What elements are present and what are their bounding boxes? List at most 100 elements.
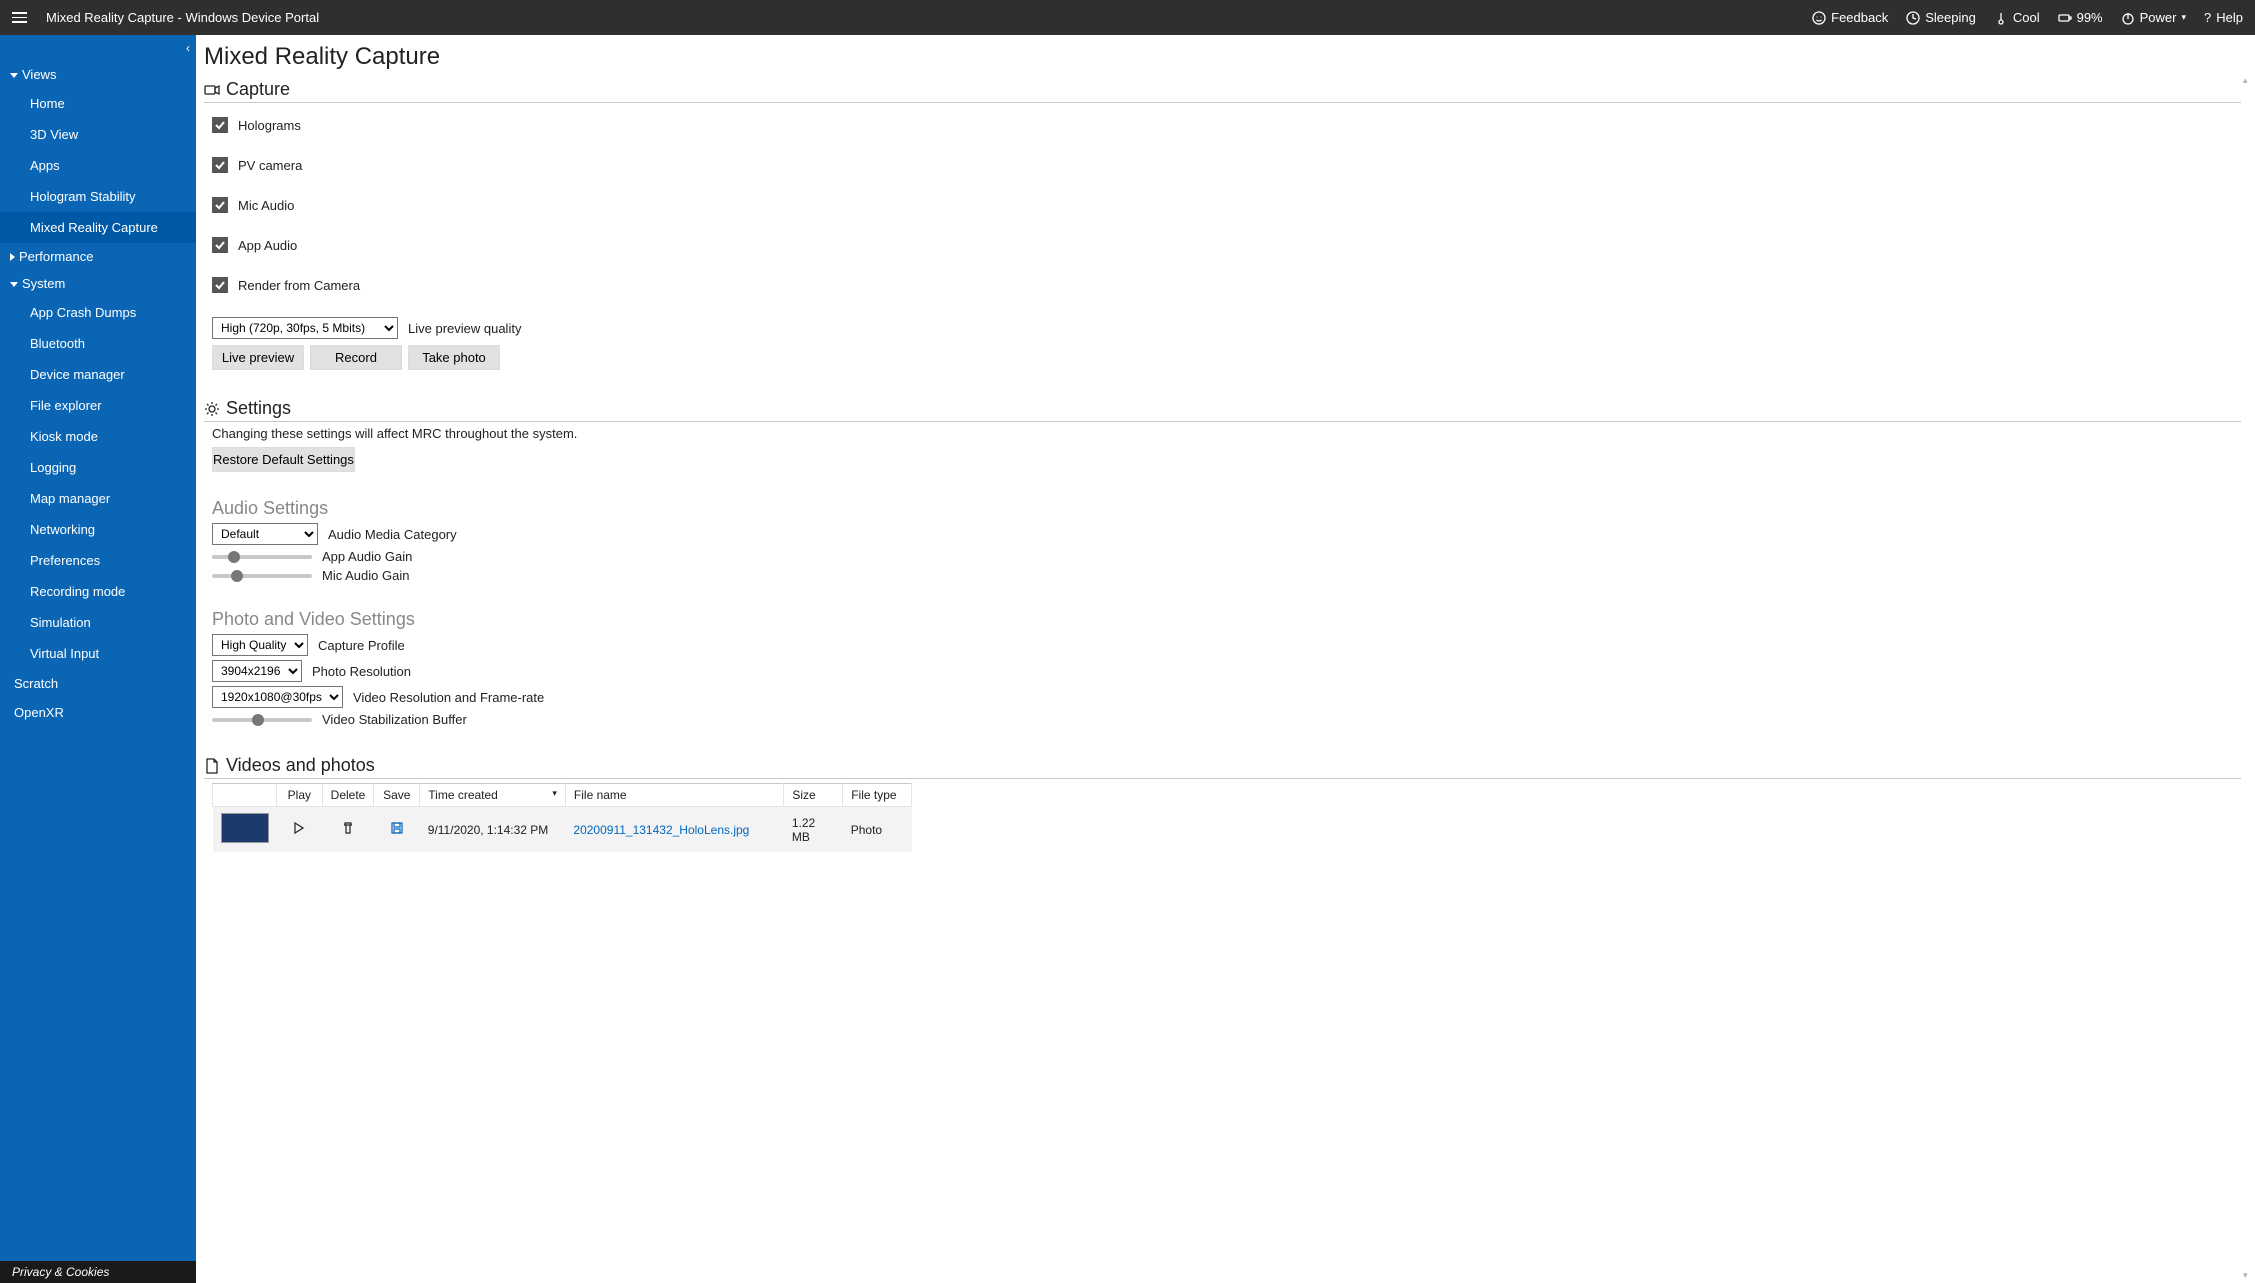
window-title: Mixed Reality Capture - Windows Device P… <box>46 10 319 25</box>
settings-section-header: Settings <box>204 398 2241 422</box>
restore-default-button[interactable]: Restore Default Settings <box>212 447 355 472</box>
record-button[interactable]: Record <box>310 345 402 370</box>
live-preview-quality-label: Live preview quality <box>408 321 521 336</box>
sidebar-item-apps[interactable]: Apps <box>0 150 196 181</box>
video-stabilization-slider[interactable] <box>212 718 312 722</box>
sidebar-item-device-manager[interactable]: Device manager <box>0 359 196 390</box>
sidebar-collapse[interactable]: ‹ <box>186 41 190 55</box>
content-pane: Mixed Reality Capture Capture Holograms … <box>196 35 2255 1283</box>
feedback-button[interactable]: Feedback <box>1812 10 1888 25</box>
sidebar-item-virtual-input[interactable]: Virtual Input <box>0 638 196 669</box>
chevron-down-icon: ▾ <box>2181 12 2186 23</box>
topbar: Mixed Reality Capture - Windows Device P… <box>0 0 2255 35</box>
sidebar-item-simulation[interactable]: Simulation <box>0 607 196 638</box>
app-audio-checkbox[interactable] <box>212 237 228 253</box>
play-button[interactable] <box>277 807 323 853</box>
pv-camera-label: PV camera <box>238 158 302 173</box>
save-button[interactable] <box>374 807 420 853</box>
take-photo-button[interactable]: Take photo <box>408 345 500 370</box>
col-type[interactable]: File type <box>843 784 912 807</box>
sidebar-item-file-explorer[interactable]: File explorer <box>0 390 196 421</box>
mic-audio-gain-label: Mic Audio Gain <box>322 568 409 583</box>
help-button[interactable]: ? Help <box>2204 10 2243 25</box>
sidebar-item-scratch[interactable]: Scratch <box>0 669 196 698</box>
render-from-camera-checkbox[interactable] <box>212 277 228 293</box>
hamburger-menu[interactable] <box>12 8 32 28</box>
sidebar-group-views[interactable]: Views <box>0 61 196 88</box>
feedback-icon <box>1812 11 1826 25</box>
cell-type: Photo <box>843 807 912 853</box>
sidebar-item-home[interactable]: Home <box>0 88 196 119</box>
app-audio-label: App Audio <box>238 238 297 253</box>
app-audio-gain-slider[interactable] <box>212 555 312 559</box>
live-preview-quality-select[interactable]: High (720p, 30fps, 5 Mbits) <box>212 317 398 339</box>
col-save[interactable]: Save <box>374 784 420 807</box>
mic-audio-label: Mic Audio <box>238 198 294 213</box>
audio-media-category-select[interactable]: Default <box>212 523 318 545</box>
audio-settings-header: Audio Settings <box>212 498 2241 519</box>
sidebar-item-kiosk-mode[interactable]: Kiosk mode <box>0 421 196 452</box>
sidebar-item-preferences[interactable]: Preferences <box>0 545 196 576</box>
sidebar-item-bluetooth[interactable]: Bluetooth <box>0 328 196 359</box>
sidebar-item-hologram-stability[interactable]: Hologram Stability <box>0 181 196 212</box>
video-resolution-label: Video Resolution and Frame-rate <box>353 690 544 705</box>
files-table: Play Delete Save Time created ▾ File nam… <box>212 783 912 852</box>
holograms-checkbox[interactable] <box>212 117 228 133</box>
sidebar-item-openxr[interactable]: OpenXR <box>0 698 196 727</box>
sort-desc-icon: ▾ <box>552 788 557 799</box>
sidebar-group-performance[interactable]: Performance <box>0 243 196 270</box>
mic-audio-gain-slider[interactable] <box>212 574 312 578</box>
privacy-link[interactable]: Privacy & Cookies <box>0 1261 196 1283</box>
sidebar-group-system[interactable]: System <box>0 270 196 297</box>
sidebar-item-recording-mode[interactable]: Recording mode <box>0 576 196 607</box>
sidebar-item-3dview[interactable]: 3D View <box>0 119 196 150</box>
holograms-label: Holograms <box>238 118 301 133</box>
sidebar: ‹ Views Home 3D View Apps Hologram Stabi… <box>0 35 196 1283</box>
temp-status[interactable]: Cool <box>1994 10 2040 25</box>
page-title: Mixed Reality Capture <box>204 43 2241 71</box>
scroll-down-icon: ▾ <box>2243 1270 2248 1281</box>
mic-audio-checkbox[interactable] <box>212 197 228 213</box>
power-icon <box>2121 11 2135 25</box>
pv-camera-checkbox[interactable] <box>212 157 228 173</box>
col-name[interactable]: File name <box>565 784 783 807</box>
live-preview-button[interactable]: Live preview <box>212 345 304 370</box>
col-delete[interactable]: Delete <box>322 784 374 807</box>
video-resolution-select[interactable]: 1920x1080@30fps <box>212 686 343 708</box>
sidebar-item-mixed-reality-capture[interactable]: Mixed Reality Capture <box>0 212 196 243</box>
sleep-status[interactable]: Sleeping <box>1906 10 1976 25</box>
sidebar-item-map-manager[interactable]: Map manager <box>0 483 196 514</box>
capture-profile-label: Capture Profile <box>318 638 405 653</box>
render-from-camera-label: Render from Camera <box>238 278 360 293</box>
file-link[interactable]: 20200911_131432_HoloLens.jpg <box>573 823 749 837</box>
scroll-up-icon: ▴ <box>2243 75 2248 86</box>
sidebar-item-networking[interactable]: Networking <box>0 514 196 545</box>
battery-status[interactable]: 99% <box>2058 10 2103 25</box>
photo-resolution-label: Photo Resolution <box>312 664 411 679</box>
cell-size: 1.22 MB <box>784 807 843 853</box>
col-time[interactable]: Time created ▾ <box>420 784 566 807</box>
cell-time: 9/11/2020, 1:14:32 PM <box>420 807 566 853</box>
thermometer-icon <box>1994 11 2008 25</box>
scrollbar[interactable]: ▴ ▾ <box>2241 75 2253 1281</box>
videos-photos-header: Videos and photos <box>204 755 2241 779</box>
power-menu[interactable]: Power ▾ <box>2121 10 2186 25</box>
table-row: 9/11/2020, 1:14:32 PM 20200911_131432_Ho… <box>213 807 912 853</box>
photo-video-settings-header: Photo and Video Settings <box>212 609 2241 630</box>
thumbnail <box>221 813 269 843</box>
video-stabilization-label: Video Stabilization Buffer <box>322 712 467 727</box>
capture-profile-select[interactable]: High Quality <box>212 634 308 656</box>
gear-icon <box>204 401 220 417</box>
app-audio-gain-label: App Audio Gain <box>322 549 412 564</box>
file-icon <box>204 758 220 774</box>
col-play[interactable]: Play <box>277 784 323 807</box>
battery-icon <box>2058 11 2072 25</box>
settings-note: Changing these settings will affect MRC … <box>212 426 2241 441</box>
audio-media-category-label: Audio Media Category <box>328 527 457 542</box>
delete-button[interactable] <box>322 807 374 853</box>
photo-resolution-select[interactable]: 3904x2196 <box>212 660 302 682</box>
col-size[interactable]: Size <box>784 784 843 807</box>
history-icon <box>1906 11 1920 25</box>
sidebar-item-app-crash-dumps[interactable]: App Crash Dumps <box>0 297 196 328</box>
sidebar-item-logging[interactable]: Logging <box>0 452 196 483</box>
